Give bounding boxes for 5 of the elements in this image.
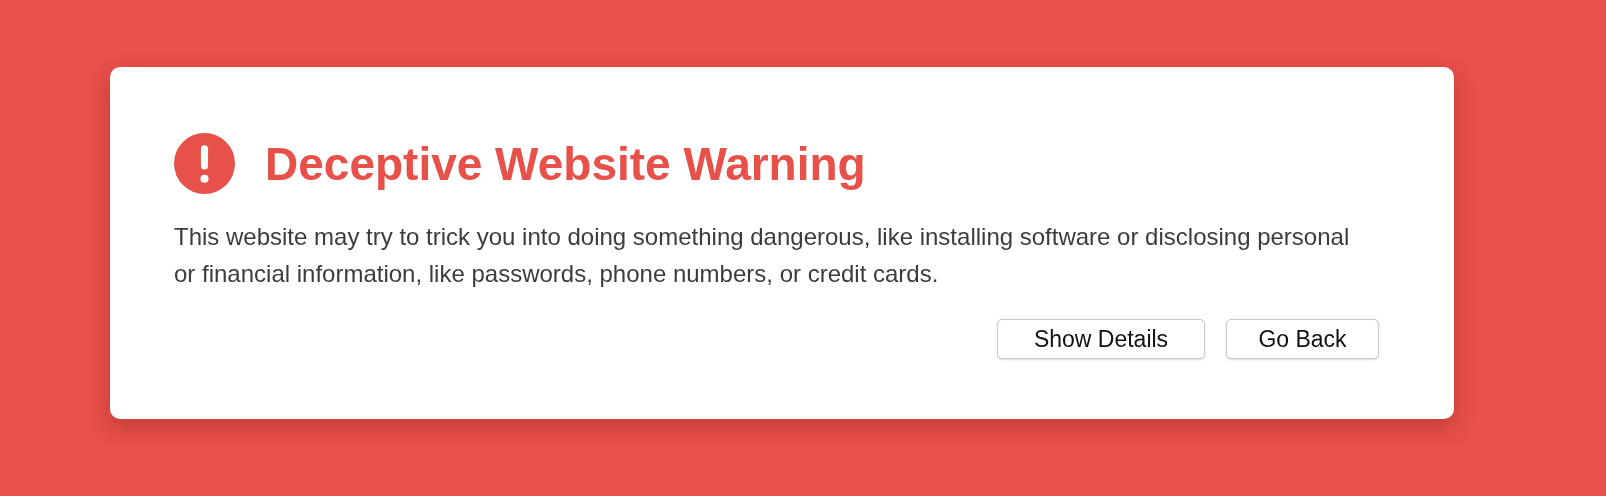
warning-title: Deceptive Website Warning xyxy=(265,136,866,192)
back-button[interactable]: Go Back xyxy=(1226,319,1379,359)
warning-icon xyxy=(174,133,235,194)
warning-message: This website may try to trick you into doing something dangerous, like installing software or disclosing personal or financial information, like passwords, phone numbers, or credit cards. xyxy=(174,222,1351,289)
details-button[interactable]: Show Details xyxy=(997,319,1205,359)
